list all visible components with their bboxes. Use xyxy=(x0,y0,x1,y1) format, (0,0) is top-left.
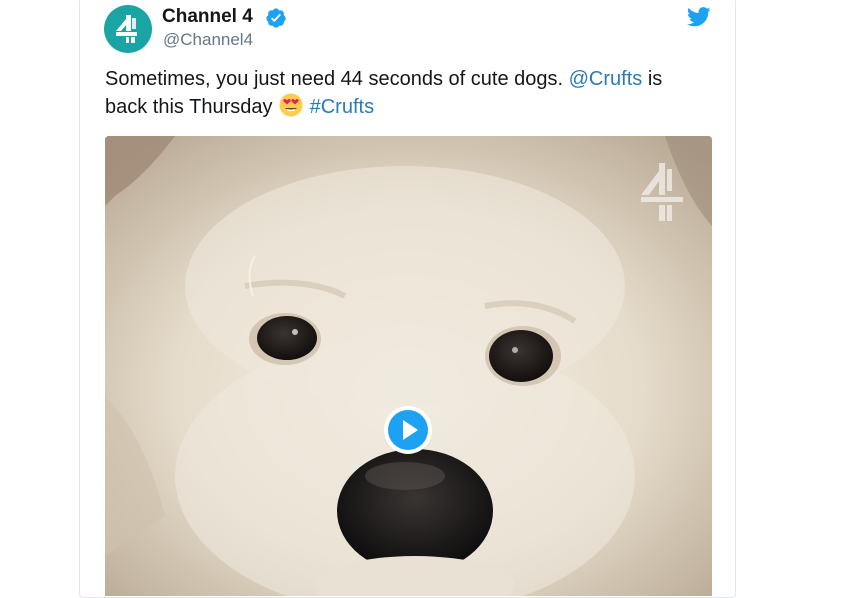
tweet-text-part1: Sometimes, you just need 44 seconds of c… xyxy=(105,68,569,90)
play-icon[interactable] xyxy=(382,404,434,456)
twitter-bird-icon[interactable] xyxy=(687,7,711,27)
verified-badge-icon xyxy=(266,8,286,28)
embedded-tweet: Channel 4 @Channel4 Sometimes, you just … xyxy=(79,0,736,598)
mention-link[interactable]: @Crufts xyxy=(569,68,643,90)
dog-video-thumbnail xyxy=(105,136,712,596)
channel-4-watermark-icon xyxy=(641,163,683,221)
tweet-text: Sometimes, you just need 44 seconds of c… xyxy=(105,65,705,121)
author-handle[interactable]: @Channel4 xyxy=(163,29,253,51)
video-player[interactable] xyxy=(105,136,712,596)
avatar[interactable] xyxy=(104,5,152,53)
hashtag-link[interactable]: #Crufts xyxy=(310,96,374,118)
author-name[interactable]: Channel 4 xyxy=(162,6,253,28)
channel-4-logo-icon xyxy=(116,15,137,43)
heart-eyes-emoji-icon xyxy=(279,93,303,117)
